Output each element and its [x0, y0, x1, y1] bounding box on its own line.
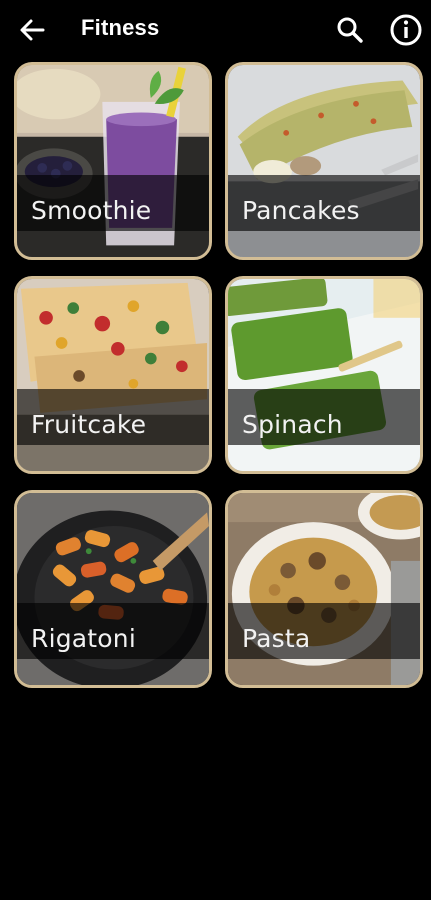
info-button[interactable] [388, 12, 424, 48]
app-screen: Fitness Smoothie Pancakes Fruitcake Spin… [0, 0, 431, 900]
recipe-card-pasta[interactable]: Pasta [225, 490, 423, 688]
page-title: Fitness [81, 15, 160, 40]
recipe-grid: Smoothie Pancakes Fruitcake Spinach Riga… [14, 62, 423, 688]
search-icon [337, 17, 363, 43]
recipe-card-pancakes[interactable]: Pancakes [225, 62, 423, 260]
info-icon [390, 14, 422, 46]
recipe-label: Rigatoni [31, 624, 136, 653]
recipe-label: Spinach [242, 410, 343, 439]
recipe-label: Pancakes [242, 196, 360, 225]
recipe-label: Fruitcake [31, 410, 147, 439]
search-button[interactable] [332, 12, 368, 48]
recipe-card-fruitcake[interactable]: Fruitcake [14, 276, 212, 474]
back-button[interactable] [14, 12, 50, 48]
arrow-left-icon [20, 19, 45, 41]
recipe-label: Smoothie [31, 196, 152, 225]
recipe-card-spinach[interactable]: Spinach [225, 276, 423, 474]
recipe-label: Pasta [242, 624, 311, 653]
top-app-bar: Fitness [0, 0, 431, 60]
recipe-card-smoothie[interactable]: Smoothie [14, 62, 212, 260]
recipe-card-rigatoni[interactable]: Rigatoni [14, 490, 212, 688]
